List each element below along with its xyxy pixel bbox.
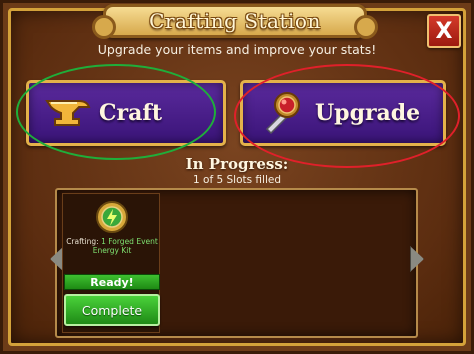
- complete-button[interactable]: Complete: [64, 294, 160, 326]
- upgrade-label: Upgrade: [315, 100, 421, 126]
- crafting-description: Crafting: 1 Forged Event Energy Kit: [65, 237, 159, 255]
- close-icon: X: [435, 18, 453, 44]
- ready-status-bar: Ready!: [64, 274, 160, 290]
- craft-label: Craft: [99, 100, 162, 126]
- energy-kit-badge-icon: [96, 201, 128, 233]
- anvil-icon: [45, 100, 91, 126]
- page-title: Crafting Station: [149, 9, 321, 33]
- craft-button[interactable]: Craft: [26, 80, 226, 146]
- crafting-prefix: Crafting:: [66, 237, 102, 246]
- in-progress-title: In Progress:: [185, 155, 289, 173]
- gem-sword-icon: [265, 92, 300, 135]
- title-banner: Crafting Station: [92, 4, 378, 39]
- subtitle: Upgrade your items and improve your stat…: [97, 42, 377, 57]
- crafting-item-name: 1 Forged Event Energy Kit: [92, 237, 158, 255]
- slots-filled-text: 1 of 5 Slots filled: [193, 174, 281, 186]
- upgrade-button[interactable]: Upgrade: [240, 80, 446, 146]
